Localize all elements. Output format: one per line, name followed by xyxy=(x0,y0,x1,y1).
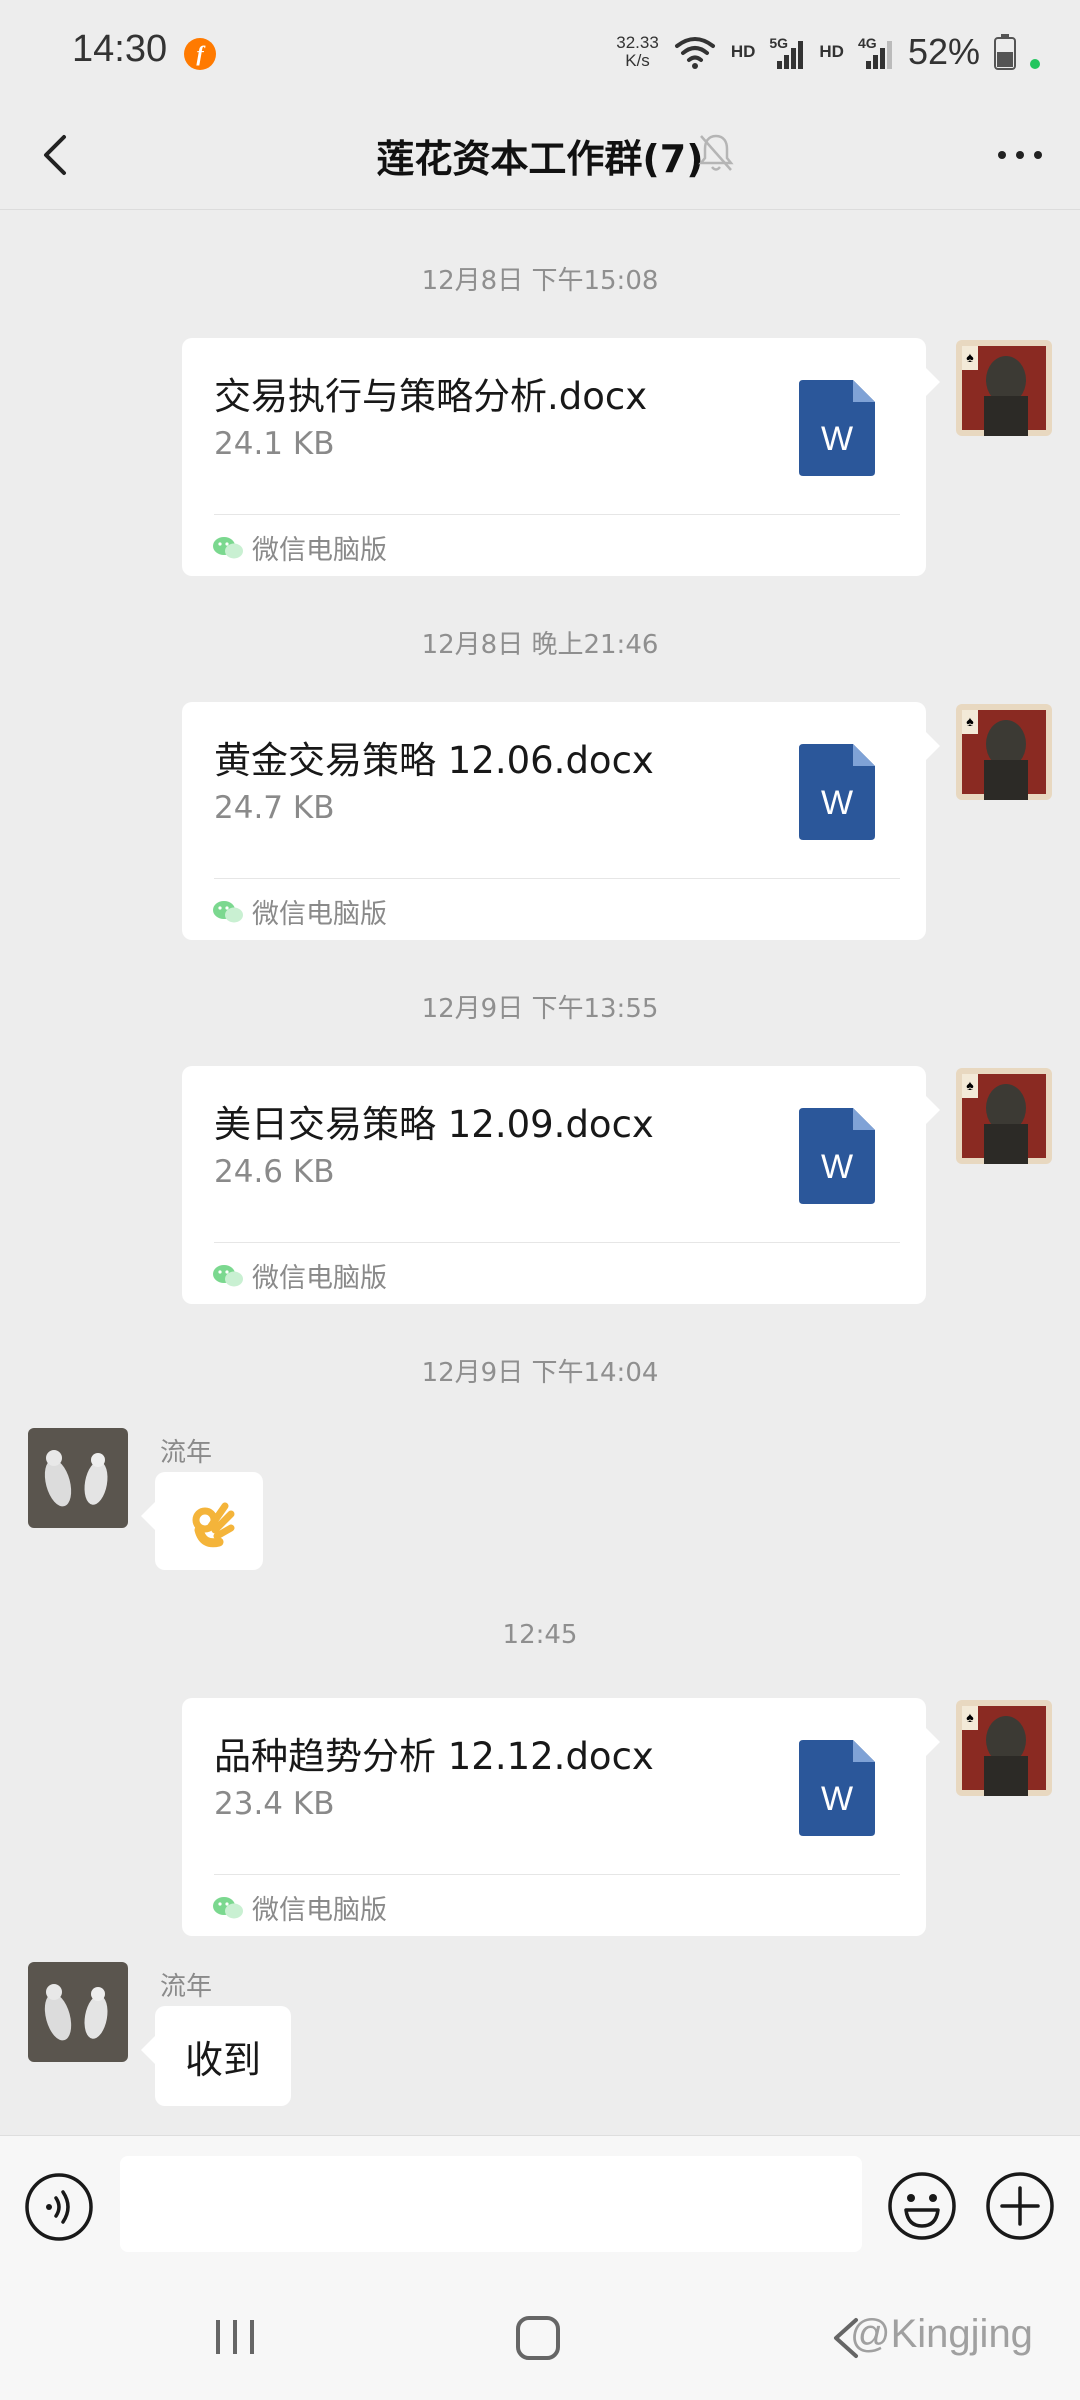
signal-5g-icon: 5G xyxy=(769,35,805,69)
signal-4g-icon: 4G xyxy=(858,35,894,69)
file-message-card[interactable]: 美日交易策略 12.09.docx 24.6 KB W 微信电脑版 xyxy=(182,1066,940,1304)
chat-header: 莲花资本工作群(7) xyxy=(0,100,1080,210)
message-input-bar xyxy=(0,2135,1080,2270)
recent-apps-icon[interactable] xyxy=(210,2314,260,2360)
wifi-icon xyxy=(674,37,715,69)
word-document-icon: W xyxy=(799,744,875,840)
voice-input-icon[interactable] xyxy=(24,2172,94,2242)
svg-text:W: W xyxy=(821,1148,853,1186)
file-source-label: 微信电脑版 xyxy=(252,1263,387,1294)
file-source: 微信电脑版 xyxy=(212,528,387,567)
card-avatar-image: ♠ xyxy=(956,1700,1052,1796)
chat-message-list[interactable]: 12月8日 下午15:08 交易执行与策略分析.docx 24.1 KB W 微… xyxy=(0,210,1080,2135)
message-timestamp: 12月9日 下午14:04 xyxy=(421,1358,659,1388)
file-name: 品种趋势分析 12.12.docx xyxy=(214,1735,654,1778)
status-indicators: 32.33 K/s HD 5G HD 4G 52% xyxy=(616,30,1040,74)
sender-avatar[interactable] xyxy=(28,1962,128,2062)
home-icon[interactable] xyxy=(512,2312,564,2364)
card-divider xyxy=(214,514,900,515)
my-avatar[interactable]: ♠ xyxy=(956,1700,1052,1796)
my-avatar[interactable]: ♠ xyxy=(956,704,1052,800)
file-source-label: 微信电脑版 xyxy=(252,1895,387,1926)
message-timestamp: 12月8日 下午15:08 xyxy=(421,266,659,296)
card-divider xyxy=(214,878,900,879)
message-input[interactable] xyxy=(120,2156,862,2252)
network-speed: 32.33 K/s xyxy=(616,34,659,70)
message-timestamp: 12:45 xyxy=(502,1620,578,1650)
battery-percent: 52% xyxy=(907,31,980,72)
file-message-card[interactable]: 交易执行与策略分析.docx 24.1 KB W 微信电脑版 xyxy=(182,338,940,576)
svg-text:W: W xyxy=(821,784,853,822)
watermark-text: @Kingjing xyxy=(850,2312,1033,2356)
file-source-label: 微信电脑版 xyxy=(252,535,387,566)
svg-text:W: W xyxy=(821,1780,853,1818)
card-avatar-image: ♠ xyxy=(956,704,1052,800)
message-timestamp: 12月8日 晚上21:46 xyxy=(421,630,659,660)
system-navigation-bar: @Kingjing xyxy=(0,2270,1080,2400)
wechat-icon xyxy=(213,1896,243,1918)
wechat-icon xyxy=(213,536,243,558)
more-actions-plus-icon[interactable] xyxy=(984,2170,1056,2242)
wechat-icon xyxy=(213,900,243,922)
file-name: 交易执行与策略分析.docx xyxy=(214,375,648,418)
svg-text:♠: ♠ xyxy=(966,1079,974,1094)
file-size: 24.6 KB xyxy=(214,1154,335,1190)
card-divider xyxy=(214,1242,900,1243)
sender-avatar[interactable] xyxy=(28,1428,128,1528)
my-avatar[interactable]: ♠ xyxy=(956,340,1052,436)
chat-title: 莲花资本工作群(7) xyxy=(376,137,704,181)
file-name: 美日交易策略 12.09.docx xyxy=(214,1103,654,1146)
file-size: 24.1 KB xyxy=(214,426,335,462)
word-document-icon: W xyxy=(799,1740,875,1836)
sender-name: 流年 xyxy=(160,1972,213,2002)
file-source: 微信电脑版 xyxy=(212,1256,387,1295)
word-document-icon: W xyxy=(799,1108,875,1204)
file-source: 微信电脑版 xyxy=(212,1888,387,1927)
my-avatar[interactable]: ♠ xyxy=(956,1068,1052,1164)
cats-avatar-image xyxy=(28,1962,128,2062)
file-name: 黄金交易策略 12.06.docx xyxy=(214,739,654,782)
cats-avatar-image xyxy=(28,1428,128,1528)
svg-text:W: W xyxy=(821,420,853,458)
svg-text:♠: ♠ xyxy=(966,715,974,730)
file-source-label: 微信电脑版 xyxy=(252,899,387,930)
message-text: 收到 xyxy=(185,2037,262,2082)
text-message-bubble[interactable]: 收到 xyxy=(140,2006,292,2106)
svg-text:♠: ♠ xyxy=(966,1711,974,1726)
notification-app-icon: f xyxy=(184,38,216,70)
network-speed-unit: K/s xyxy=(625,51,650,70)
card-divider xyxy=(214,1874,900,1875)
sender-name: 流年 xyxy=(160,1438,213,1468)
file-message-card[interactable]: 品种趋势分析 12.12.docx 23.4 KB W 微信电脑版 xyxy=(182,1698,940,1936)
svg-text:♠: ♠ xyxy=(966,351,974,366)
charging-indicator-dot xyxy=(1030,59,1040,69)
wechat-icon xyxy=(213,1264,243,1286)
battery-icon xyxy=(994,34,1016,70)
file-size: 24.7 KB xyxy=(214,790,335,826)
status-bar: 14:30 f 32.33 K/s HD 5G HD 4G 52% xyxy=(0,0,1080,100)
file-size: 23.4 KB xyxy=(214,1786,335,1822)
status-time: 14:30 xyxy=(72,28,168,70)
muted-bell-icon xyxy=(698,134,734,171)
card-avatar-image: ♠ xyxy=(956,340,1052,436)
hd-label-2: HD xyxy=(819,42,844,61)
card-avatar-image: ♠ xyxy=(956,1068,1052,1164)
ok-hand-emoji-icon xyxy=(192,1502,235,1548)
hd-label-1: HD xyxy=(730,42,756,61)
file-source: 微信电脑版 xyxy=(212,892,387,931)
network-speed-value: 32.33 xyxy=(616,33,659,52)
word-document-icon: W xyxy=(799,380,875,476)
emoji-picker-icon[interactable] xyxy=(886,2170,958,2242)
more-options-icon[interactable] xyxy=(988,130,1052,180)
emoji-message-bubble[interactable] xyxy=(141,1472,263,1570)
message-timestamp: 12月9日 下午13:55 xyxy=(421,994,659,1024)
file-message-card[interactable]: 黄金交易策略 12.06.docx 24.7 KB W 微信电脑版 xyxy=(182,702,940,940)
